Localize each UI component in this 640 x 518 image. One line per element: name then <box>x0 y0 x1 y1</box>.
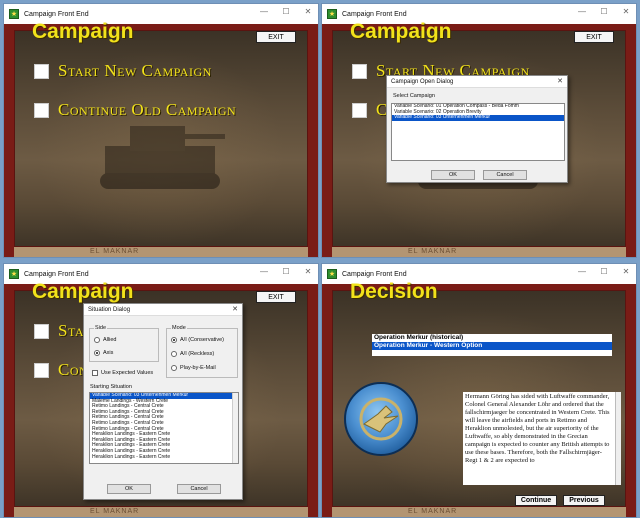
game-area: EL MAKNAR Campaign EXIT Start New Campai… <box>4 20 318 257</box>
app-star-icon: ★ <box>327 269 337 279</box>
dialog-close-icon[interactable]: ✕ <box>557 76 563 88</box>
minimize-button[interactable]: — <box>576 7 588 16</box>
close-button[interactable]: ✕ <box>302 267 314 276</box>
situation-dialog: Situation Dialog ✕ Side Allied Axis Mode <box>83 303 243 500</box>
minimize-button[interactable]: — <box>258 267 270 276</box>
ok-button[interactable]: OK <box>107 484 151 494</box>
mode-group: Mode A/I (Conservative) A/I (Reckless) P… <box>166 325 238 378</box>
checkbox-icon <box>92 370 98 376</box>
page-title: Campaign <box>32 280 134 303</box>
radio-selected-icon <box>94 350 100 356</box>
campaign-open-dialog: Campaign Open Dialog ✕ Select Campaign V… <box>386 75 568 183</box>
cancel-button[interactable]: Cancel <box>483 170 527 180</box>
side-axis-radio[interactable]: Axis <box>94 350 113 356</box>
exit-button[interactable]: EXIT <box>256 291 296 303</box>
maximize-button[interactable]: ☐ <box>280 7 292 16</box>
mode-reckless-radio[interactable]: A/I (Reckless) <box>171 351 214 357</box>
situation-list[interactable]: Variable Scenario: 03 Unternehmen Merkur… <box>89 392 239 464</box>
campaign-window-situation: ★ Campaign Front End — ☐ ✕ EL MAKNAR Cam… <box>3 263 319 518</box>
app-star-icon: ★ <box>327 9 337 19</box>
decision-option-selected[interactable]: Operation Merkur - Western Option <box>372 342 612 350</box>
window-title: Campaign Front End <box>342 270 407 278</box>
app-star-icon: ★ <box>9 9 19 19</box>
campaign-window: ★ Campaign Front End — ☐ ✕ EL MAKNAR Cam… <box>3 3 319 258</box>
game-area: EL MAKNAR Campaign EXIT Start New Campai… <box>4 280 318 517</box>
mode-pbem-radio[interactable]: Play-by-E-Mail <box>171 365 216 371</box>
page-title: Campaign <box>32 20 134 43</box>
campaign-window-open-dialog: ★ Campaign Front End — ☐ ✕ EL MAKNAR Cam… <box>321 3 637 258</box>
continue-old-label: Continue Old Campaign <box>58 100 237 119</box>
map-label: EL MAKNAR <box>332 507 626 517</box>
decision-description: Hermann Göring has sided with Luftwaffe … <box>463 392 615 485</box>
radio-label: A/I (Conservative) <box>180 337 225 343</box>
start-new-label: Start New Campaign <box>58 61 212 80</box>
window-title: Campaign Front End <box>24 10 89 18</box>
start-new-campaign-option[interactable]: Start New Campaign <box>34 61 212 81</box>
maximize-button[interactable]: ☐ <box>598 7 610 16</box>
side-group-label: Side <box>94 325 108 331</box>
radio-label: A/I (Reckless) <box>180 351 215 357</box>
close-button[interactable]: ✕ <box>620 267 632 276</box>
radio-label: Axis <box>103 350 114 356</box>
game-area: EL MAKNAR Campaign EXIT Start New Campai… <box>322 20 636 257</box>
game-area: EL MAKNAR Decision Operation Merkur (his… <box>322 280 636 517</box>
page-title: Campaign <box>350 20 452 43</box>
side-allied-radio[interactable]: Allied <box>94 337 116 343</box>
side-group: Side Allied Axis <box>89 325 159 362</box>
continue-old-checkbox[interactable] <box>352 102 367 118</box>
previous-button[interactable]: Previous <box>563 495 605 506</box>
continue-old-checkbox[interactable] <box>34 362 49 378</box>
window-title: Campaign Front End <box>342 10 407 18</box>
maximize-button[interactable]: ☐ <box>280 267 292 276</box>
maximize-button[interactable]: ☐ <box>598 267 610 276</box>
expected-values-checkbox[interactable]: Use Expected Values <box>92 370 153 376</box>
radio-icon <box>94 337 100 343</box>
page-title: Decision <box>350 280 438 303</box>
map-label: EL MAKNAR <box>14 507 308 517</box>
dialog-title: Situation Dialog ✕ <box>84 304 242 316</box>
continue-old-campaign-option[interactable]: Continue Old Campaign <box>34 100 236 120</box>
select-campaign-label: Select Campaign <box>393 93 435 99</box>
description-scrollbar[interactable] <box>615 392 621 485</box>
continue-button[interactable]: Continue <box>515 495 557 506</box>
campaign-list[interactable]: Variable Scenario: 01 Operation Compass … <box>391 103 565 161</box>
decision-window: ★ Campaign Front End — ☐ ✕ EL MAKNAR Dec… <box>321 263 637 518</box>
paratrooper-badge-icon <box>344 382 418 456</box>
decision-options-list[interactable]: Operation Merkur (historical) Operation … <box>372 334 612 356</box>
minimize-button[interactable]: — <box>576 267 588 276</box>
starting-situation-label: Starting Situation <box>90 384 132 390</box>
start-new-checkbox[interactable] <box>34 63 49 79</box>
ok-button[interactable]: OK <box>431 170 475 180</box>
close-button[interactable]: ✕ <box>620 7 632 16</box>
list-item[interactable]: Heraklion Landings - Eastern Crete <box>90 454 238 461</box>
map-label: EL MAKNAR <box>14 247 308 257</box>
list-item-selected[interactable]: Variable Scenario: 03 Unternehmen Merkur <box>392 115 564 121</box>
radio-label: Allied <box>103 337 117 343</box>
radio-icon <box>171 351 177 357</box>
app-star-icon: ★ <box>9 269 19 279</box>
exit-button[interactable]: EXIT <box>256 31 296 43</box>
start-new-checkbox[interactable] <box>352 63 367 79</box>
checkbox-label: Use Expected Values <box>101 370 154 376</box>
start-new-checkbox[interactable] <box>34 323 49 339</box>
dialog-title: Campaign Open Dialog ✕ <box>387 76 567 88</box>
close-button[interactable]: ✕ <box>302 7 314 16</box>
dialog-title-text: Campaign Open Dialog <box>391 79 454 85</box>
window-title: Campaign Front End <box>24 270 89 278</box>
radio-icon <box>171 365 177 371</box>
dialog-title-text: Situation Dialog <box>88 307 131 313</box>
continue-old-checkbox[interactable] <box>34 102 49 118</box>
exit-button[interactable]: EXIT <box>574 31 614 43</box>
cancel-button[interactable]: Cancel <box>177 484 221 494</box>
map-label: EL MAKNAR <box>332 247 626 257</box>
mode-group-label: Mode <box>171 325 187 331</box>
radio-label: Play-by-E-Mail <box>180 365 216 371</box>
radio-selected-icon <box>171 337 177 343</box>
mode-conservative-radio[interactable]: A/I (Conservative) <box>171 337 224 343</box>
decision-option[interactable]: Operation Merkur (historical) <box>372 334 612 342</box>
minimize-button[interactable]: — <box>258 7 270 16</box>
dialog-close-icon[interactable]: ✕ <box>232 304 238 316</box>
list-scrollbar[interactable] <box>232 393 238 463</box>
eagle-emblem-icon <box>359 397 403 441</box>
